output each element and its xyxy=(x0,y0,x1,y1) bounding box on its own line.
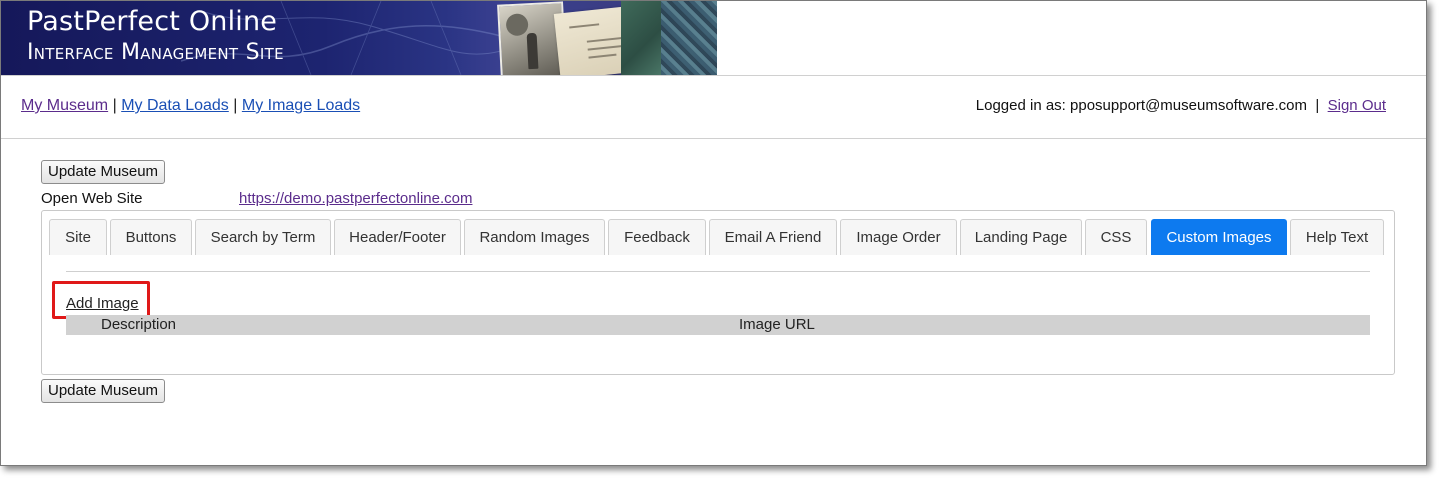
tab-feedback[interactable]: Feedback xyxy=(608,219,706,255)
account-info: Logged in as: pposupport@museumsoftware.… xyxy=(976,97,1386,114)
tab-buttons[interactable]: Buttons xyxy=(110,219,192,255)
tab-content-divider xyxy=(66,271,1370,272)
app-window: PastPerfect Online Interface Management … xyxy=(0,0,1427,466)
tab-email-a-friend[interactable]: Email A Friend xyxy=(709,219,837,255)
banner-subtitle: Interface Management Site xyxy=(27,40,284,65)
banner-title: PastPerfect Online xyxy=(27,6,278,37)
logged-in-label: Logged in as: pposupport@museumsoftware.… xyxy=(975,97,1308,114)
tab-header-footer[interactable]: Header/Footer xyxy=(334,219,461,255)
tab-search-by-term[interactable]: Search by Term xyxy=(195,219,331,255)
images-table-header: Description Image URL xyxy=(66,315,1370,335)
open-website-label: Open Web Site xyxy=(41,190,143,207)
sign-out-link[interactable]: Sign Out xyxy=(1328,97,1386,114)
column-header-description: Description xyxy=(101,316,177,333)
settings-panel: Site Buttons Search by Term Header/Foote… xyxy=(41,210,1395,375)
tab-site[interactable]: Site xyxy=(49,219,107,255)
tab-custom-images[interactable]: Custom Images xyxy=(1151,219,1287,255)
nav-my-image-loads-link[interactable]: My Image Loads xyxy=(242,97,360,114)
nav-my-data-loads-link[interactable]: My Data Loads xyxy=(121,97,229,114)
header-divider xyxy=(1,75,1426,76)
nav-my-museum-link[interactable]: My Museum xyxy=(21,97,108,114)
account-separator: | xyxy=(1315,97,1320,114)
tab-css[interactable]: CSS xyxy=(1085,219,1147,255)
update-museum-button-top[interactable]: Update Museum xyxy=(41,160,166,184)
nav-separator: | xyxy=(233,97,238,114)
website-url-link[interactable]: https://demo.pastperfectonline.com xyxy=(239,190,472,207)
site-banner: PastPerfect Online Interface Management … xyxy=(1,1,717,75)
tab-landing-page[interactable]: Landing Page xyxy=(960,219,1082,255)
column-header-image-url: Image URL xyxy=(739,316,815,333)
add-image-link[interactable]: Add Image xyxy=(66,295,139,312)
tab-help-text[interactable]: Help Text xyxy=(1290,219,1384,255)
nav-separator: | xyxy=(112,97,117,114)
tab-image-order[interactable]: Image Order xyxy=(840,219,957,255)
tab-random-images[interactable]: Random Images xyxy=(464,219,605,255)
nav-divider xyxy=(1,138,1426,139)
update-museum-button-bottom[interactable]: Update Museum xyxy=(41,379,166,403)
book-cover-image xyxy=(621,1,717,75)
top-navigation: My Museum | My Data Loads | My Image Loa… xyxy=(21,97,360,115)
